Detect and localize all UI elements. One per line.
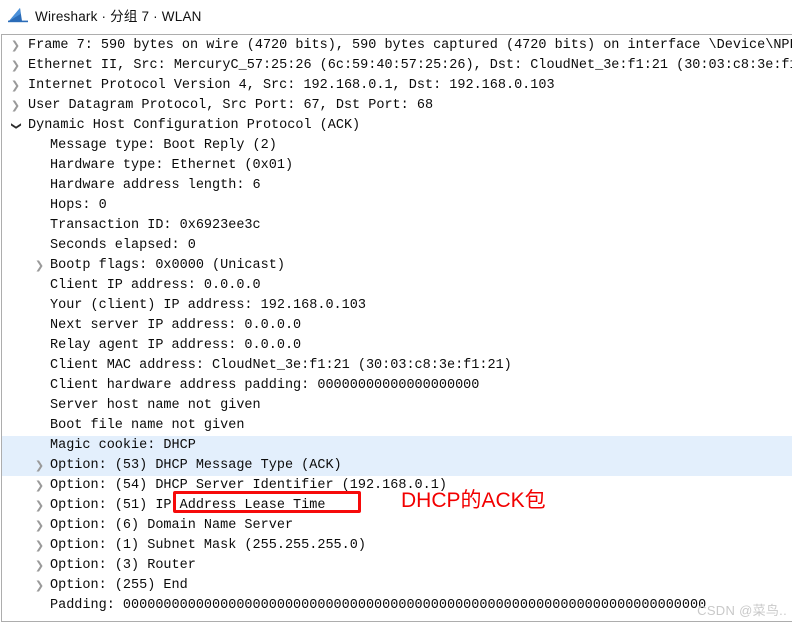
packet-detail-row-label: Next server IP address: 0.0.0.0 xyxy=(50,318,302,333)
packet-detail-row-label: Internet Protocol Version 4, Src: 192.16… xyxy=(28,78,555,93)
packet-detail-row-label: Server host name not given xyxy=(50,398,261,413)
packet-detail-row-label: Magic cookie: DHCP xyxy=(50,438,196,453)
wireshark-shark-fin-icon xyxy=(8,8,28,23)
packet-detail-row[interactable]: ❯ Option: (53) DHCP Message Type (ACK) xyxy=(2,456,792,476)
csdn-watermark: CSDN @菜鸟.. xyxy=(697,603,787,618)
packet-detail-row[interactable]: ❯ Bootp flags: 0x0000 (Unicast) xyxy=(2,256,792,276)
packet-detail-row-label: Client IP address: 0.0.0.0 xyxy=(50,278,261,293)
packet-detail-row-label: Boot file name not given xyxy=(50,418,245,433)
packet-detail-row-label: Hops: 0 xyxy=(50,198,107,213)
packet-detail-row-label: Frame 7: 590 bytes on wire (4720 bits), … xyxy=(28,38,792,53)
chevron-right-icon[interactable]: ❯ xyxy=(33,476,46,496)
packet-detail-row-label: Your (client) IP address: 192.168.0.103 xyxy=(50,298,366,313)
packet-detail-row[interactable]: Transaction ID: 0x6923ee3c xyxy=(2,216,792,236)
packet-detail-row-label: Ethernet II, Src: MercuryC_57:25:26 (6c:… xyxy=(28,58,792,73)
packet-detail-row[interactable]: ❯ Option: (51) IP Address Lease Time xyxy=(2,496,792,516)
packet-detail-row-label: Padding: 0000000000000000000000000000000… xyxy=(50,598,707,613)
chevron-right-icon[interactable]: ❯ xyxy=(9,76,22,96)
chevron-right-icon[interactable]: ❯ xyxy=(33,556,46,576)
packet-detail-row-label: Dynamic Host Configuration Protocol (ACK… xyxy=(28,118,361,133)
packet-detail-row-label: Client MAC address: CloudNet_3e:f1:21 (3… xyxy=(50,358,512,373)
packet-detail-row[interactable]: ❯ User Datagram Protocol, Src Port: 67, D… xyxy=(2,96,792,116)
packet-details-panel[interactable]: ❯ Frame 7: 590 bytes on wire (4720 bits),… xyxy=(1,34,792,622)
annotation-note-text: DHCP的ACK包 xyxy=(401,489,546,512)
packet-detail-row[interactable]: Hardware type: Ethernet (0x01) xyxy=(2,156,792,176)
packet-detail-row-label: Relay agent IP address: 0.0.0.0 xyxy=(50,338,302,353)
packet-detail-row-label: Hardware type: Ethernet (0x01) xyxy=(50,158,294,173)
packet-detail-row-label: User Datagram Protocol, Src Port: 67, Ds… xyxy=(28,98,434,113)
chevron-right-icon[interactable]: ❯ xyxy=(9,36,22,56)
packet-detail-row[interactable]: Hops: 0 xyxy=(2,196,792,216)
packet-detail-row[interactable]: Client hardware address padding: 0000000… xyxy=(2,376,792,396)
packet-detail-row[interactable]: Seconds elapsed: 0 xyxy=(2,236,792,256)
packet-detail-row[interactable]: Server host name not given xyxy=(2,396,792,416)
chevron-right-icon[interactable]: ❯ xyxy=(33,496,46,516)
packet-detail-row[interactable]: ❯ Frame 7: 590 bytes on wire (4720 bits),… xyxy=(2,36,792,56)
chevron-right-icon[interactable]: ❯ xyxy=(9,56,22,76)
packet-detail-row[interactable]: Your (client) IP address: 192.168.0.103 xyxy=(2,296,792,316)
window-title-bar: Wireshark · 分组 7 · WLAN xyxy=(0,0,793,30)
packet-detail-row[interactable]: Boot file name not given xyxy=(2,416,792,436)
packet-detail-row[interactable]: ❯ Option: (1) Subnet Mask (255.255.255.0) xyxy=(2,536,792,556)
packet-detail-row[interactable]: ❯ Ethernet II, Src: MercuryC_57:25:26 (6c… xyxy=(2,56,792,76)
packet-detail-row[interactable]: Relay agent IP address: 0.0.0.0 xyxy=(2,336,792,356)
packet-detail-row-label: Option: (51) IP Address Lease Time xyxy=(50,498,326,513)
packet-detail-row[interactable]: Padding: 0000000000000000000000000000000… xyxy=(2,596,792,616)
packet-detail-row[interactable]: Hardware address length: 6 xyxy=(2,176,792,196)
packet-detail-row[interactable]: Client IP address: 0.0.0.0 xyxy=(2,276,792,296)
chevron-right-icon[interactable]: ❯ xyxy=(33,536,46,556)
chevron-right-icon[interactable]: ❯ xyxy=(33,516,46,536)
packet-detail-row-label: Option: (54) DHCP Server Identifier (192… xyxy=(50,478,447,493)
packet-detail-row[interactable]: ❯ Option: (3) Router xyxy=(2,556,792,576)
packet-detail-row[interactable]: Message type: Boot Reply (2) xyxy=(2,136,792,156)
packet-detail-row-label: Hardware address length: 6 xyxy=(50,178,261,193)
packet-detail-row[interactable]: ❯ Dynamic Host Configuration Protocol (AC… xyxy=(2,116,792,136)
packet-detail-row-label: Client hardware address padding: 0000000… xyxy=(50,378,480,393)
packet-detail-row[interactable]: ❯ Option: (54) DHCP Server Identifier (19… xyxy=(2,476,792,496)
packet-detail-row-label: Option: (1) Subnet Mask (255.255.255.0) xyxy=(50,538,366,553)
packet-detail-row[interactable]: ❯ Option: (6) Domain Name Server xyxy=(2,516,792,536)
packet-detail-row-label: Message type: Boot Reply (2) xyxy=(50,138,277,153)
packet-detail-row-label: Transaction ID: 0x6923ee3c xyxy=(50,218,261,233)
packet-detail-row-label: Option: (3) Router xyxy=(50,558,196,573)
packet-detail-row-label: Option: (53) DHCP Message Type (ACK) xyxy=(50,458,342,473)
packet-detail-row[interactable]: ❯ Option: (255) End xyxy=(2,576,792,596)
packet-detail-row[interactable]: Next server IP address: 0.0.0.0 xyxy=(2,316,792,336)
packet-detail-row-label: Option: (255) End xyxy=(50,578,188,593)
packet-detail-row-label: Option: (6) Domain Name Server xyxy=(50,518,294,533)
packet-detail-row[interactable]: Client MAC address: CloudNet_3e:f1:21 (3… xyxy=(2,356,792,376)
chevron-right-icon[interactable]: ❯ xyxy=(9,96,22,116)
chevron-right-icon[interactable]: ❯ xyxy=(33,576,46,596)
chevron-down-icon[interactable]: ❯ xyxy=(6,120,26,133)
window-title: Wireshark · 分组 7 · WLAN xyxy=(35,9,202,24)
packet-detail-row-label: Bootp flags: 0x0000 (Unicast) xyxy=(50,258,285,273)
packet-detail-row-label: Seconds elapsed: 0 xyxy=(50,238,196,253)
chevron-right-icon[interactable]: ❯ xyxy=(33,456,46,476)
packet-detail-tree[interactable]: ❯ Frame 7: 590 bytes on wire (4720 bits),… xyxy=(2,35,792,616)
chevron-right-icon[interactable]: ❯ xyxy=(33,256,46,276)
packet-detail-row[interactable]: ❯ Internet Protocol Version 4, Src: 192.1… xyxy=(2,76,792,96)
packet-detail-row[interactable]: Magic cookie: DHCP xyxy=(2,436,792,456)
